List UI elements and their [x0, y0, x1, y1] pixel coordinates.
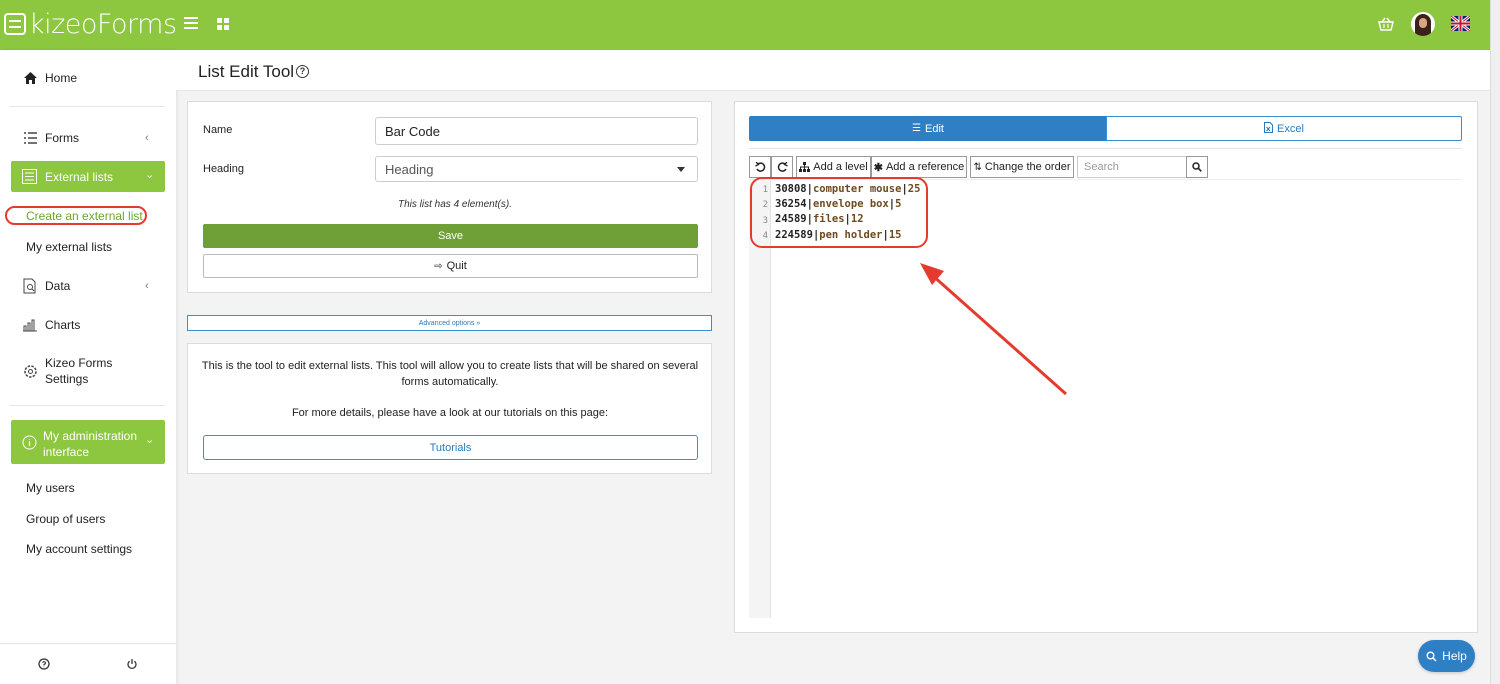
element-count-text: This list has 4 element(s).	[398, 199, 512, 210]
sidebar-item-forms[interactable]: Forms ‹	[0, 130, 176, 146]
heading-label: Heading	[203, 163, 244, 175]
list-icon: ☰	[912, 123, 921, 134]
menu-icon[interactable]	[184, 17, 198, 29]
sort-icon: ⇅	[973, 161, 982, 173]
uk-flag-icon[interactable]	[1451, 16, 1470, 31]
admin-line-2: interface	[43, 445, 90, 459]
gear-icon	[22, 363, 38, 379]
description-panel: This is the tool to edit external lists.…	[187, 343, 712, 474]
settings-line-1: Kizeo Forms	[45, 356, 113, 370]
undo-button[interactable]	[749, 156, 771, 178]
sidebar-label-forms: Forms	[45, 131, 79, 145]
help-button-label: Help	[1442, 649, 1467, 663]
sidebar-item-data[interactable]: Data ‹	[0, 278, 176, 294]
sidebar: Home Forms ‹ External lists ⌄ Create an …	[0, 50, 176, 684]
add-reference-label: Add a reference	[885, 161, 965, 173]
add-level-label: Add a level	[813, 161, 868, 173]
home-icon	[22, 70, 38, 86]
sidebar-divider	[0, 643, 176, 644]
page-title: List Edit Tool	[198, 62, 295, 81]
sidebar-label-settings: Kizeo Forms Settings	[45, 355, 112, 387]
heading-select[interactable]: Heading	[375, 156, 698, 182]
power-icon[interactable]	[126, 658, 138, 673]
user-avatar[interactable]	[1411, 12, 1435, 36]
tutorials-button[interactable]: Tutorials	[203, 435, 698, 460]
add-reference-button[interactable]: ✱ Add a reference	[871, 156, 967, 178]
annotation-highlight-box	[750, 177, 928, 248]
page-header: List Edit Tool ?	[176, 50, 1490, 91]
sidebar-sub-group-of-users[interactable]: Group of users	[26, 512, 105, 526]
forms-list-icon	[22, 130, 38, 146]
advanced-options-toggle[interactable]: Advanced options »	[187, 315, 712, 331]
charts-icon	[22, 317, 38, 333]
sidebar-sub-my-external-lists[interactable]: My external lists	[26, 240, 112, 254]
logo-icon	[4, 13, 26, 35]
sidebar-item-home[interactable]: Home	[0, 70, 176, 86]
list-settings-panel: Name Bar Code Heading Heading This list …	[187, 101, 712, 293]
name-input[interactable]: Bar Code	[375, 117, 698, 145]
caret-down-icon	[677, 167, 685, 172]
page-scrollbar[interactable]	[1490, 0, 1500, 684]
sidebar-item-external-lists[interactable]: External lists ⌄	[11, 161, 165, 192]
tab-excel[interactable]: Excel	[1106, 116, 1462, 141]
change-order-label: Change the order	[984, 161, 1071, 173]
chevron-down-icon: ⌄	[145, 434, 155, 446]
chevron-left-icon: ‹	[145, 132, 149, 144]
search-icon	[1426, 651, 1437, 662]
redo-button[interactable]	[771, 156, 793, 178]
change-order-button[interactable]: ⇅ Change the order	[970, 156, 1074, 178]
tab-excel-label: Excel	[1277, 122, 1304, 135]
basket-icon[interactable]	[1378, 17, 1394, 31]
tool-description: This is the tool to edit external lists.…	[201, 360, 699, 388]
question-circle-icon[interactable]: ?	[296, 65, 309, 78]
sitemap-icon	[799, 162, 811, 172]
admin-info-icon	[22, 435, 37, 453]
apps-grid-icon[interactable]	[217, 18, 229, 30]
sidebar-sub-my-users[interactable]: My users	[26, 481, 75, 495]
help-button[interactable]: Help	[1418, 640, 1475, 672]
save-button[interactable]: Save	[203, 224, 698, 248]
quit-button[interactable]: ⇨ Quit	[203, 254, 698, 278]
undo-icon	[754, 161, 765, 172]
name-label: Name	[203, 124, 233, 136]
sidebar-item-settings[interactable]: Kizeo Forms Settings	[0, 355, 176, 387]
chevron-left-icon: ‹	[145, 280, 149, 292]
admin-line-1: My administration	[43, 429, 138, 443]
sidebar-label-admin: My administration interface	[43, 428, 137, 460]
sidebar-item-charts[interactable]: Charts	[0, 317, 176, 333]
sidebar-divider	[10, 405, 165, 406]
search-icon	[1192, 162, 1202, 172]
sidebar-label-data: Data	[45, 279, 71, 293]
data-search-icon	[22, 278, 38, 294]
kizeo-logo[interactable]: kizeoForms	[4, 8, 177, 40]
search-input[interactable]: Search	[1077, 156, 1187, 178]
sign-out-icon: ⇨	[434, 260, 443, 272]
tab-edit-label: Edit	[925, 122, 944, 135]
toolbar-divider	[749, 148, 1462, 149]
top-bar: kizeoForms	[0, 0, 1490, 50]
tutorials-hint: For more details, please have a look at …	[291, 407, 609, 419]
annotation-arrow	[920, 263, 1067, 396]
sidebar-sub-create-external-list[interactable]: Create an external list	[26, 209, 143, 223]
sidebar-divider	[10, 106, 165, 107]
sidebar-label-charts: Charts	[45, 318, 81, 332]
question-circle-icon[interactable]	[38, 658, 50, 673]
redo-icon	[777, 161, 788, 172]
asterisk-icon: ✱	[873, 161, 883, 174]
sidebar-label-home: Home	[45, 71, 78, 85]
sidebar-label-external-lists: External lists	[45, 170, 114, 184]
heading-select-value: Heading	[385, 161, 434, 177]
settings-line-2: Settings	[45, 372, 89, 386]
search-button[interactable]	[1186, 156, 1208, 178]
quit-label: Quit	[446, 260, 467, 272]
excel-file-icon	[1264, 121, 1274, 136]
logo-text: kizeoForms	[29, 8, 177, 40]
tab-edit[interactable]: ☰ Edit	[749, 116, 1107, 141]
sidebar-sub-account-settings[interactable]: My account settings	[26, 542, 132, 556]
external-lists-icon	[22, 169, 37, 187]
add-level-button[interactable]: Add a level	[796, 156, 871, 178]
chevron-down-icon: ⌄	[145, 169, 155, 181]
sidebar-item-admin-interface[interactable]: My administration interface ⌄	[11, 420, 165, 464]
